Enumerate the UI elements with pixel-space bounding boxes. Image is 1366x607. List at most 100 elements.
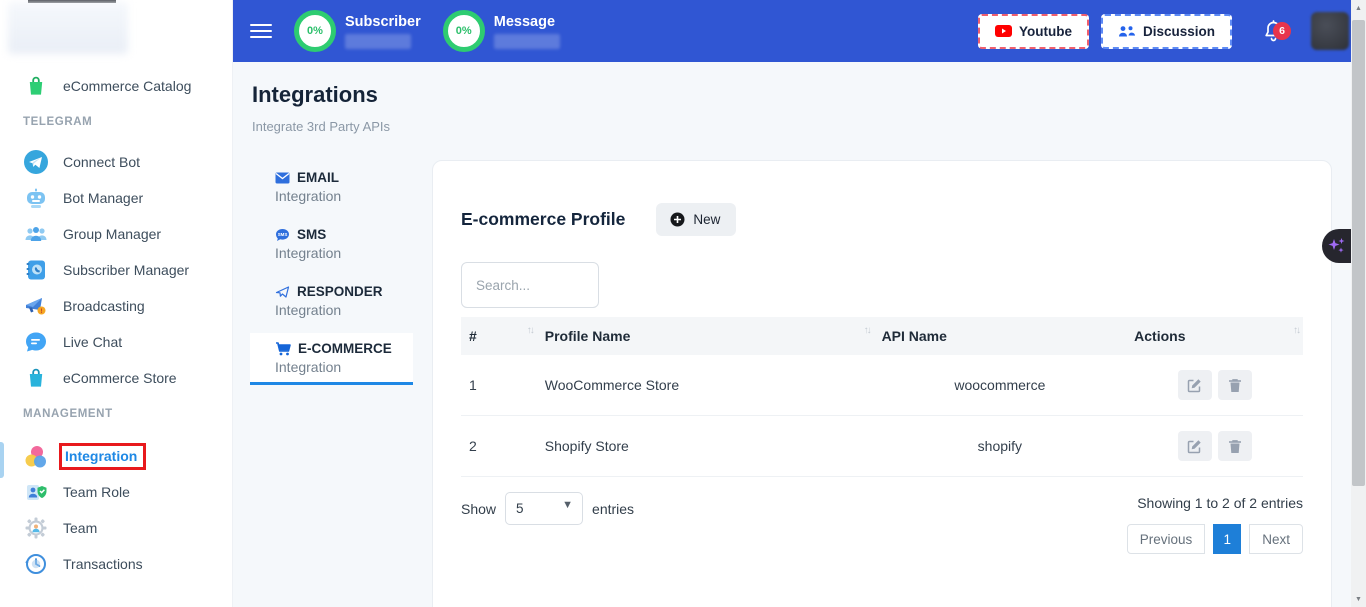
show-label: Show — [461, 501, 496, 517]
sidebar-item-label: Transactions — [63, 556, 143, 572]
top-header: 0% Subscriber 0% Message Youtube — [233, 0, 1366, 62]
gear-user-icon — [22, 515, 49, 542]
delete-button[interactable] — [1218, 370, 1252, 400]
scroll-up-arrow-icon[interactable]: ▲ — [1351, 0, 1366, 16]
sort-icon[interactable]: ↑↓ — [864, 325, 870, 336]
tab-sms-integration[interactable]: SMS SMS Integration — [250, 219, 413, 271]
delete-button[interactable] — [1218, 431, 1252, 461]
sidebar-item-label: Team Role — [63, 484, 130, 500]
sidebar-section-management: MANAGEMENT — [0, 404, 232, 424]
tab-responder-integration[interactable]: RESPONDER Integration — [250, 276, 413, 328]
sidebar: eCommerce Catalog TELEGRAM Connect Bot B… — [0, 0, 233, 607]
sparkles-icon — [1327, 235, 1347, 257]
notification-count-badge: 6 — [1273, 22, 1291, 40]
ai-assistant-button[interactable] — [1322, 229, 1351, 263]
search-input[interactable] — [461, 262, 599, 308]
column-header-profile-name[interactable]: Profile Name↑↓ — [537, 317, 874, 355]
sidebar-item-label: Connect Bot — [63, 154, 140, 170]
entries-label: entries — [592, 501, 634, 517]
notifications-bell[interactable]: 6 — [1262, 19, 1285, 43]
shopping-bag-cyan-icon — [22, 365, 49, 392]
sms-bubble-icon: SMS — [275, 228, 290, 242]
sidebar-item-label: eCommerce Store — [63, 370, 177, 386]
shopping-bag-green-icon — [22, 73, 49, 100]
svg-text:SMS: SMS — [278, 232, 288, 237]
next-page-button[interactable]: Next — [1249, 524, 1303, 554]
sidebar-item-label: Team — [63, 520, 97, 536]
sidebar-item-subscriber-manager[interactable]: Subscriber Manager — [0, 252, 232, 288]
column-header-num[interactable]: #↑↓ — [461, 317, 537, 355]
sidebar-item-ecommerce-catalog[interactable]: eCommerce Catalog — [0, 68, 232, 104]
sidebar-item-live-chat[interactable]: Live Chat — [0, 324, 232, 360]
sidebar-item-label: eCommerce Catalog — [63, 78, 191, 94]
app-root: eCommerce Catalog TELEGRAM Connect Bot B… — [0, 0, 1366, 607]
sidebar-item-label: Live Chat — [63, 334, 122, 350]
sidebar-item-label: Group Manager — [63, 226, 161, 242]
youtube-button-label: Youtube — [1019, 24, 1072, 39]
youtube-button[interactable]: Youtube — [978, 14, 1089, 49]
trash-icon — [1228, 378, 1242, 393]
megaphone-icon: ! — [22, 293, 49, 320]
main-content: Integrations Integrate 3rd Party APIs EM… — [233, 62, 1366, 607]
api-name-cell: shopify — [874, 416, 1127, 477]
sidebar-item-team-role[interactable]: Team Role — [0, 474, 232, 510]
telegram-icon — [22, 149, 49, 176]
sidebar-section-telegram: TELEGRAM — [0, 112, 232, 132]
edit-button[interactable] — [1178, 370, 1212, 400]
page-subtitle: Integrate 3rd Party APIs — [252, 119, 390, 134]
sidebar-menu: eCommerce Catalog TELEGRAM Connect Bot B… — [0, 68, 232, 582]
vertical-scrollbar[interactable]: ▲ ▼ — [1351, 0, 1366, 607]
edit-button[interactable] — [1178, 431, 1212, 461]
tab-sub-label: Integration — [275, 359, 403, 375]
sort-icon[interactable]: ↑↓ — [1293, 325, 1299, 336]
edit-pencil-icon — [1187, 439, 1202, 454]
sort-icon[interactable]: ↑↓ — [527, 325, 533, 336]
row-number: 2 — [461, 416, 537, 477]
discussion-button[interactable]: Discussion — [1101, 14, 1232, 49]
page-size-select[interactable]: 5 — [505, 492, 583, 525]
sidebar-item-transactions[interactable]: Transactions — [0, 546, 232, 582]
trash-icon — [1228, 439, 1242, 454]
sidebar-item-broadcasting[interactable]: ! Broadcasting — [0, 288, 232, 324]
column-header-api-name[interactable]: API Name — [874, 317, 1127, 355]
new-profile-button[interactable]: New — [656, 203, 736, 236]
hamburger-menu-icon[interactable] — [250, 20, 272, 42]
youtube-icon — [995, 25, 1012, 37]
svg-text:!: ! — [40, 308, 42, 315]
profiles-table: #↑↓ Profile Name↑↓ API Name Actions↑↓ 1 … — [461, 317, 1303, 477]
sidebar-item-bot-manager[interactable]: Bot Manager — [0, 180, 232, 216]
new-button-label: New — [693, 212, 720, 227]
table-row: 2 Shopify Store shopify — [461, 416, 1303, 477]
paper-plane-icon — [275, 285, 290, 299]
edit-pencil-icon — [1187, 378, 1202, 393]
user-avatar[interactable] — [1311, 12, 1349, 50]
id-badge-icon — [22, 479, 49, 506]
subscriber-stat: 0% Subscriber — [294, 10, 421, 52]
plus-circle-icon — [670, 212, 685, 227]
scroll-down-arrow-icon[interactable]: ▼ — [1351, 591, 1366, 607]
page-1-button[interactable]: 1 — [1213, 524, 1241, 554]
tab-name: SMS — [297, 227, 326, 242]
pagination: Previous 1 Next — [1127, 524, 1303, 554]
sidebar-item-ecommerce-store[interactable]: eCommerce Store — [0, 360, 232, 396]
sidebar-item-integration[interactable]: Integration — [0, 438, 232, 474]
scrollbar-thumb[interactable] — [1352, 20, 1365, 486]
tab-ecommerce-integration[interactable]: E-COMMERCE Integration — [250, 333, 413, 385]
robot-icon — [22, 185, 49, 212]
sidebar-item-team[interactable]: Team — [0, 510, 232, 546]
sidebar-item-connect-bot[interactable]: Connect Bot — [0, 144, 232, 180]
previous-page-button[interactable]: Previous — [1127, 524, 1206, 554]
tab-name: E-COMMERCE — [298, 341, 392, 356]
panel-title: E-commerce Profile — [461, 209, 625, 230]
subscriber-stat-label: Subscriber — [345, 14, 421, 30]
row-number: 1 — [461, 355, 537, 416]
column-header-actions[interactable]: Actions↑↓ — [1126, 317, 1303, 355]
envelope-icon — [275, 172, 290, 184]
sidebar-item-group-manager[interactable]: Group Manager — [0, 216, 232, 252]
tab-sub-label: Integration — [275, 188, 403, 204]
ecommerce-profile-card: E-commerce Profile New #↑↓ Profile Name↑… — [432, 160, 1332, 607]
api-name-cell: woocommerce — [874, 355, 1127, 416]
tab-email-integration[interactable]: EMAIL Integration — [250, 162, 413, 214]
tab-sub-label: Integration — [275, 302, 403, 318]
subscriber-stat-value-redacted — [345, 34, 411, 49]
